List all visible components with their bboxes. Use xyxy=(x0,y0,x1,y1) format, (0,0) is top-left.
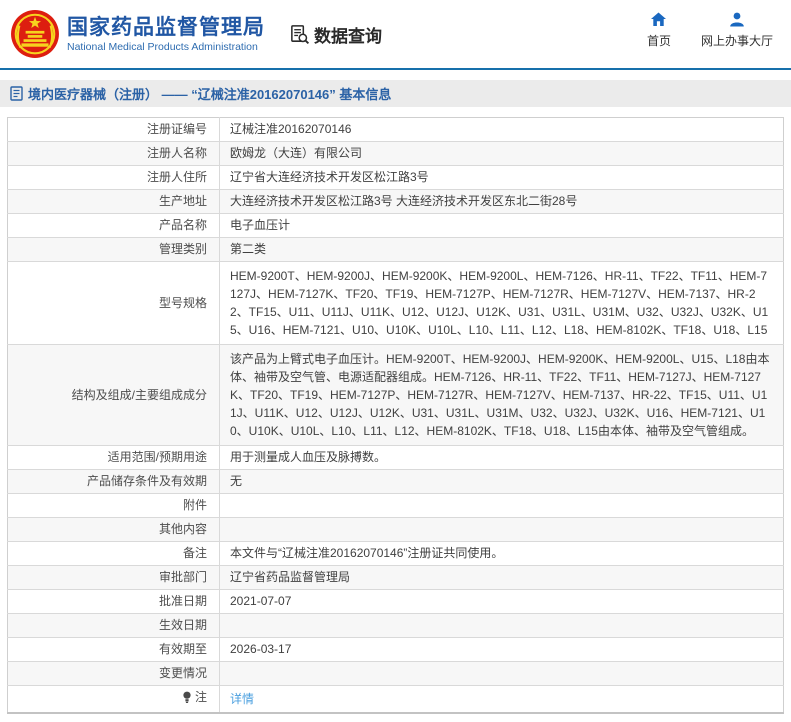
nav-online-hall-label: 网上办事大厅 xyxy=(701,32,773,49)
home-icon xyxy=(650,12,667,27)
row-value: 2026-03-17 xyxy=(220,638,784,662)
brand-text: 国家药品监督管理局 National Medical Products Admi… xyxy=(67,15,265,54)
table-row: 其他内容 xyxy=(8,518,784,542)
table-row: 注册证编号 辽械注准20162070146 xyxy=(8,118,784,142)
row-value: 第二类 xyxy=(220,238,784,262)
details-link[interactable]: 详情 xyxy=(230,692,254,706)
row-label: 审批部门 xyxy=(8,566,220,590)
table-row: 有效期至 2026-03-17 xyxy=(8,638,784,662)
table-row: 注册人住所 辽宁省大连经济技术开发区松江路3号 xyxy=(8,166,784,190)
row-value: 本文件与“辽械注准20162070146”注册证共同使用。 xyxy=(220,542,784,566)
row-value: 辽宁省药品监督管理局 xyxy=(220,566,784,590)
row-value xyxy=(220,614,784,638)
top-header: 国家药品监督管理局 National Medical Products Admi… xyxy=(0,0,791,68)
row-label: 生产地址 xyxy=(8,190,220,214)
document-icon xyxy=(10,86,23,101)
row-value xyxy=(220,518,784,542)
breadcrumb-text: 境内医疗器械（注册） —— “辽械注准20162070146” 基本信息 xyxy=(28,84,391,103)
table-row: 生产地址 大连经济技术开发区松江路3号 大连经济技术开发区东北二街28号 xyxy=(8,190,784,214)
row-value: 电子血压计 xyxy=(220,214,784,238)
row-label: 注 xyxy=(8,686,220,714)
row-label: 生效日期 xyxy=(8,614,220,638)
row-label: 产品储存条件及有效期 xyxy=(8,470,220,494)
table-row: 变更情况 xyxy=(8,662,784,686)
national-emblem-logo xyxy=(10,9,60,59)
row-label: 管理类别 xyxy=(8,238,220,262)
row-label: 有效期至 xyxy=(8,638,220,662)
row-value: HEM-9200T、HEM-9200J、HEM-9200K、HEM-9200L、… xyxy=(220,262,784,345)
row-value: 2021-07-07 xyxy=(220,590,784,614)
row-label: 备注 xyxy=(8,542,220,566)
row-value: 该产品为上臂式电子血压计。HEM-9200T、HEM-9200J、HEM-920… xyxy=(220,345,784,446)
table-row: 产品储存条件及有效期 无 xyxy=(8,470,784,494)
table-row: 生效日期 xyxy=(8,614,784,638)
row-label: 批准日期 xyxy=(8,590,220,614)
row-label: 结构及组成/主要组成成分 xyxy=(8,345,220,446)
note-label: 注 xyxy=(195,690,207,705)
table-row: 管理类别 第二类 xyxy=(8,238,784,262)
brand: 国家药品监督管理局 National Medical Products Admi… xyxy=(10,9,265,59)
row-value: 用于测量成人血压及脉搏数。 xyxy=(220,446,784,470)
row-value xyxy=(220,494,784,518)
table-row: 备注 本文件与“辽械注准20162070146”注册证共同使用。 xyxy=(8,542,784,566)
org-name-cn: 国家药品监督管理局 xyxy=(67,15,265,41)
header-divider xyxy=(0,68,791,70)
user-icon xyxy=(729,12,745,27)
table-row: 适用范围/预期用途 用于测量成人血压及脉搏数。 xyxy=(8,446,784,470)
bulb-icon xyxy=(182,691,192,704)
row-value: 无 xyxy=(220,470,784,494)
nav-home[interactable]: 首页 xyxy=(647,12,671,49)
table-row: 结构及组成/主要组成成分 该产品为上臂式电子血压计。HEM-9200T、HEM-… xyxy=(8,345,784,446)
registration-info-table: 注册证编号 辽械注准20162070146 注册人名称 欧姆龙（大连）有限公司 … xyxy=(7,117,784,714)
nav-home-label: 首页 xyxy=(647,32,671,49)
org-name-en: National Medical Products Administration xyxy=(67,41,265,54)
table-row: 型号规格 HEM-9200T、HEM-9200J、HEM-9200K、HEM-9… xyxy=(8,262,784,345)
top-nav: 首页 网上办事大厅 xyxy=(647,12,773,49)
row-label: 注册人住所 xyxy=(8,166,220,190)
row-label: 其他内容 xyxy=(8,518,220,542)
table-row: 批准日期 2021-07-07 xyxy=(8,590,784,614)
row-label: 型号规格 xyxy=(8,262,220,345)
row-label: 适用范围/预期用途 xyxy=(8,446,220,470)
breadcrumb: 境内医疗器械（注册） —— “辽械注准20162070146” 基本信息 xyxy=(0,80,791,107)
data-query-label: 数据查询 xyxy=(314,22,382,47)
row-value: 辽宁省大连经济技术开发区松江路3号 xyxy=(220,166,784,190)
row-value xyxy=(220,662,784,686)
row-value: 大连经济技术开发区松江路3号 大连经济技术开发区东北二街28号 xyxy=(220,190,784,214)
table-row: 审批部门 辽宁省药品监督管理局 xyxy=(8,566,784,590)
row-label: 附件 xyxy=(8,494,220,518)
row-value: 辽械注准20162070146 xyxy=(220,118,784,142)
table-row: 产品名称 电子血压计 xyxy=(8,214,784,238)
table-row: 注册人名称 欧姆龙（大连）有限公司 xyxy=(8,142,784,166)
document-search-icon xyxy=(289,24,310,45)
row-label: 产品名称 xyxy=(8,214,220,238)
nav-online-hall[interactable]: 网上办事大厅 xyxy=(701,12,773,49)
data-query-tab[interactable]: 数据查询 xyxy=(289,22,382,47)
row-value: 欧姆龙（大连）有限公司 xyxy=(220,142,784,166)
row-label: 注册人名称 xyxy=(8,142,220,166)
table-row: 附件 xyxy=(8,494,784,518)
table-row-note: 注 详情 xyxy=(8,686,784,714)
row-label: 变更情况 xyxy=(8,662,220,686)
row-label: 注册证编号 xyxy=(8,118,220,142)
